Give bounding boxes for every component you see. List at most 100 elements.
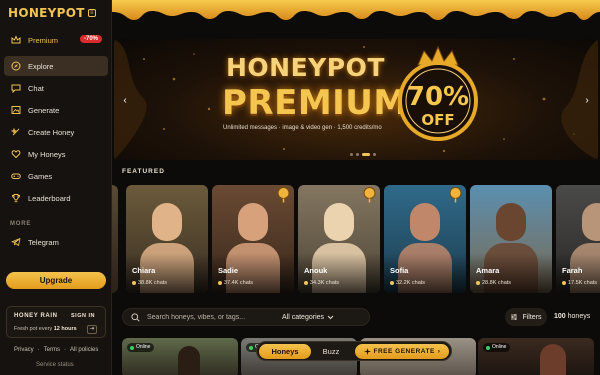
discount-word: OFF bbox=[421, 111, 454, 129]
chat-icon bbox=[390, 281, 394, 285]
search-bar[interactable]: All categories bbox=[122, 308, 370, 326]
carousel-dot[interactable] bbox=[373, 153, 376, 156]
sidebar-item-my-honeys[interactable]: My Honeys bbox=[4, 144, 108, 164]
logo[interactable]: HONEYPOT ≡ bbox=[8, 6, 96, 20]
category-dropdown[interactable]: All categories bbox=[276, 311, 334, 324]
crown-icon bbox=[10, 35, 21, 46]
sidebar-item-label: My Honeys bbox=[28, 149, 66, 159]
enter-icon[interactable]: ⇥ bbox=[87, 325, 97, 334]
sidebar-item-games[interactable]: Games bbox=[4, 166, 108, 186]
featured-card[interactable]: Anouk 34.3K chats bbox=[298, 185, 380, 293]
gamepad-icon bbox=[10, 171, 21, 182]
sliders-icon bbox=[511, 314, 518, 320]
featured-card-partial[interactable] bbox=[112, 185, 118, 293]
sidebar-item-chat[interactable]: Chat bbox=[4, 78, 108, 98]
more-section-label: MORE bbox=[10, 221, 32, 227]
logo-text: HONEYPOT bbox=[8, 6, 85, 20]
card-photo bbox=[470, 185, 552, 293]
card-chat-count: 17.5K chats bbox=[562, 280, 597, 286]
tab-buzz[interactable]: Buzz bbox=[314, 344, 348, 359]
telegram-icon bbox=[10, 237, 21, 248]
card-photo bbox=[178, 346, 200, 375]
card-portrait bbox=[324, 203, 354, 241]
discount-seal: 70% OFF bbox=[398, 45, 478, 141]
card-portrait bbox=[410, 203, 440, 241]
featured-card[interactable]: Amara 28.8K chats bbox=[470, 185, 552, 293]
honey-rain-title: HONEY RAIN bbox=[14, 313, 58, 319]
banner-title-premium: PREMIUM bbox=[222, 83, 408, 123]
featured-card[interactable]: Farah 17.5K chats bbox=[556, 185, 600, 293]
featured-carousel: Chiara 38.8K chats Sadie 37.4K chats Ano… bbox=[112, 185, 600, 293]
main-content: ‹ › HONEYPOT PREMIUM Unlimited messages … bbox=[112, 0, 600, 375]
sidebar-item-label: Chat bbox=[28, 83, 44, 93]
sign-in-link[interactable]: SIGN IN bbox=[71, 313, 95, 319]
carousel-dot[interactable] bbox=[356, 153, 359, 156]
honey-grid-card[interactable]: Online bbox=[122, 338, 238, 375]
terms-link[interactable]: Terms bbox=[44, 347, 60, 353]
chat-icon bbox=[562, 281, 566, 285]
sidebar-item-label: Create Honey bbox=[28, 127, 75, 137]
sidebar-item-label: Generate bbox=[28, 105, 60, 115]
card-portrait bbox=[238, 203, 268, 241]
honey-grid-card[interactable]: Online bbox=[478, 338, 594, 375]
honey-pin-icon bbox=[449, 187, 462, 203]
tab-honeys[interactable]: Honeys bbox=[259, 343, 311, 359]
discount-value: 70% bbox=[407, 82, 469, 112]
compass-icon bbox=[10, 61, 21, 72]
banner-subtitle: Unlimited messages · image & video gen ·… bbox=[223, 125, 382, 131]
logo-menu-icon: ≡ bbox=[87, 9, 96, 17]
chat-icon bbox=[218, 281, 222, 285]
premium-banner[interactable]: ‹ › HONEYPOT PREMIUM Unlimited messages … bbox=[114, 39, 598, 160]
sidebar-item-telegram[interactable]: Telegram bbox=[4, 232, 108, 252]
card-portrait bbox=[496, 203, 526, 241]
sidebar-item-leaderboard[interactable]: Leaderboard bbox=[4, 188, 108, 208]
featured-card[interactable]: Chiara 38.8K chats bbox=[126, 185, 208, 293]
honey-drip-decoration bbox=[112, 0, 600, 20]
card-name: Farah bbox=[562, 266, 583, 275]
upgrade-button[interactable]: Upgrade bbox=[6, 272, 106, 289]
policies-link[interactable]: All policies bbox=[70, 347, 98, 353]
sidebar-item-premium[interactable]: Premium -70% bbox=[4, 30, 108, 50]
chat-icon bbox=[304, 281, 308, 285]
carousel-dot-active[interactable] bbox=[362, 153, 370, 156]
card-name: Chiara bbox=[132, 266, 156, 275]
image-icon bbox=[10, 105, 21, 116]
sidebar: HONEYPOT ≡ Premium -70% Explore Chat Gen… bbox=[0, 0, 112, 375]
honey-rain-subtitle: Fresh pot every 12 hours bbox=[14, 326, 77, 332]
chevron-down-icon bbox=[327, 315, 334, 320]
service-status-link[interactable]: Service status bbox=[36, 362, 74, 368]
card-chat-count: 38.8K chats bbox=[132, 280, 167, 286]
carousel-indicator[interactable] bbox=[350, 153, 376, 156]
filters-label: Filters bbox=[522, 313, 542, 321]
sidebar-item-label: Premium bbox=[28, 35, 59, 45]
card-name: Amara bbox=[476, 266, 500, 275]
online-badge: Online bbox=[483, 343, 511, 352]
banner-next-arrow[interactable]: › bbox=[582, 95, 592, 107]
privacy-link[interactable]: Privacy bbox=[14, 347, 34, 353]
heart-icon bbox=[10, 149, 21, 160]
sidebar-item-create-honey[interactable]: Create Honey bbox=[4, 122, 108, 142]
discount-badge: -70% bbox=[79, 35, 102, 43]
featured-card[interactable]: Sofia 32.2K chats bbox=[384, 185, 466, 293]
honey-pin-icon bbox=[277, 187, 290, 203]
card-chat-count: 32.2K chats bbox=[390, 280, 425, 286]
card-portrait bbox=[582, 203, 600, 241]
free-generate-button[interactable]: FREE GENERATE › bbox=[355, 343, 449, 359]
category-dropdown-value: All categories bbox=[282, 314, 325, 321]
chat-icon bbox=[132, 281, 136, 285]
chat-icon bbox=[476, 281, 480, 285]
search-icon bbox=[131, 313, 140, 322]
filters-button[interactable]: Filters bbox=[505, 308, 547, 326]
chat-bubble-icon bbox=[10, 83, 21, 94]
sidebar-item-generate[interactable]: Generate bbox=[4, 100, 108, 120]
sparkle-icon bbox=[10, 127, 21, 138]
featured-card[interactable]: Sadie 37.4K chats bbox=[212, 185, 294, 293]
sidebar-item-label: Leaderboard bbox=[28, 193, 71, 203]
carousel-dot[interactable] bbox=[350, 153, 353, 156]
sparkle-icon bbox=[363, 347, 371, 355]
sidebar-item-explore[interactable]: Explore bbox=[4, 56, 108, 76]
results-count: 100 honeys bbox=[554, 313, 591, 320]
card-chat-count: 34.3K chats bbox=[304, 280, 339, 286]
banner-prev-arrow[interactable]: ‹ bbox=[120, 95, 130, 107]
search-input[interactable] bbox=[147, 312, 267, 323]
